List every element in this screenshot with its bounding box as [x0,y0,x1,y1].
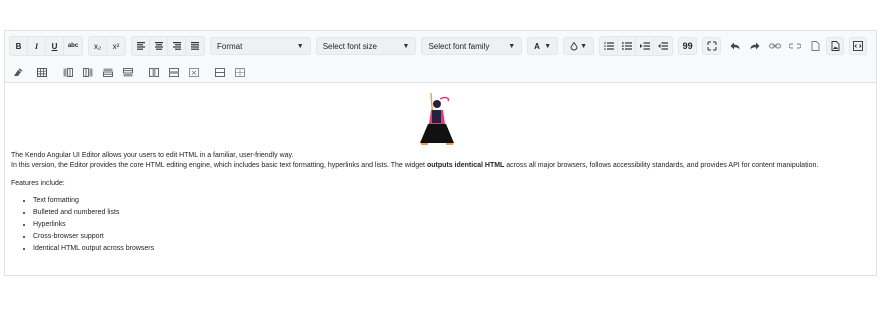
justify-button[interactable] [186,37,204,55]
align-right-icon [172,42,181,50]
font-color-picker[interactable]: A ▼ [527,37,559,55]
split-cell-icon [235,67,245,77]
toolbar-row-1: B I U abc x₂ x² Format ▼ Select font siz… [9,35,872,57]
list-item: Bulleted and numbered lists [33,207,870,219]
add-row-before-button[interactable] [99,63,117,81]
bold-button[interactable]: B [10,37,28,55]
font-family-dropdown[interactable]: Select font family ▼ [421,37,523,55]
code-icon [853,41,863,51]
undo-button[interactable] [726,37,744,55]
background-color-picker[interactable]: ▼ [563,37,595,55]
chevron-down-icon: ▼ [402,42,410,50]
delete-row-button[interactable] [165,63,183,81]
toolbar-row-2 [9,61,872,83]
redo-icon [750,42,760,50]
justify-icon [191,42,199,50]
add-column-before-button[interactable] [59,63,77,81]
underline-button[interactable]: U [46,37,64,55]
unlink-icon [789,43,802,49]
list-item: Cross-browser support [33,231,870,243]
add-column-before-icon [63,67,73,77]
description-text: In this version, the Editor provides the… [11,162,427,169]
align-left-icon [136,42,145,50]
superscript-button[interactable]: x² [107,37,125,55]
description-text-end: across all major browsers, follows acces… [504,162,819,169]
text-style-group: B I U abc [9,36,83,56]
list-item: Text formatting [33,195,870,207]
outdent-button[interactable] [654,37,672,55]
font-family-placeholder: Select font family [428,41,490,51]
intro-paragraph: The Kendo Angular UI Editor allows your … [11,151,870,171]
kendoka-image [11,91,870,147]
delete-column-button[interactable] [145,63,163,81]
link-icon [769,43,781,49]
outdent-icon [658,42,669,50]
indent-button[interactable] [636,37,655,55]
editor-content[interactable]: The Kendo Angular UI Editor allows your … [5,83,876,263]
add-row-before-icon [103,68,113,77]
add-column-after-icon [83,67,93,77]
strikethrough-button[interactable]: abc [64,37,82,55]
split-cell-button[interactable] [231,63,249,81]
blockquote-button[interactable]: 99 [678,37,698,55]
delete-table-button[interactable] [185,63,203,81]
align-center-icon [154,42,163,50]
clean-formatting-icon [14,67,23,76]
subscript-button[interactable]: x₂ [89,37,107,55]
chevron-down-icon: ▼ [580,42,588,50]
redo-button[interactable] [746,37,764,55]
features-list: Text formatting Bulleted and numbered li… [11,195,870,255]
features-heading: Features include: [11,180,65,187]
align-center-button[interactable] [150,37,168,55]
drop-icon [570,41,578,50]
align-group [131,36,205,56]
format-dropdown[interactable]: Format ▼ [210,37,311,55]
add-row-after-button[interactable] [119,63,137,81]
align-right-button[interactable] [168,37,186,55]
image-icon [831,41,839,51]
merge-cells-icon [215,67,225,77]
font-size-placeholder: Select font size [322,41,377,51]
intro-text: The Kendo Angular UI Editor allows your … [11,152,294,159]
delete-row-icon [169,67,179,77]
rich-text-editor: B I U abc x₂ x² Format ▼ Select font siz… [4,30,877,276]
merge-cells-button[interactable] [211,63,229,81]
delete-column-icon [149,67,159,77]
file-icon [811,41,819,51]
delete-table-icon [189,67,199,77]
view-source-button[interactable] [849,37,868,55]
add-row-after-icon [123,67,133,76]
font-size-dropdown[interactable]: Select font size ▼ [315,37,417,55]
list-item: Hyperlinks [33,219,870,231]
insert-table-button[interactable] [33,63,51,81]
chevron-down-icon: ▼ [296,42,304,50]
insert-link-button[interactable] [766,37,784,55]
align-left-button[interactable] [132,37,150,55]
unlink-button[interactable] [786,37,804,55]
description-bold-text: outputs identical HTML [426,162,505,169]
editor-toolbar: B I U abc x₂ x² Format ▼ Select font siz… [5,31,876,83]
font-color-icon: A [534,41,540,51]
numbered-list-button[interactable] [618,37,637,55]
bulleted-list-icon [603,42,614,50]
format-dropdown-value: Format [217,41,243,51]
chevron-down-icon: ▼ [544,42,552,50]
add-column-after-button[interactable] [79,63,97,81]
italic-button[interactable]: I [28,37,46,55]
clean-formatting-button[interactable] [9,63,27,81]
select-all-button[interactable] [702,37,722,55]
script-group: x₂ x² [88,36,126,56]
table-icon [37,67,47,77]
list-group [599,36,674,56]
list-item: Identical HTML output across browsers [33,243,870,255]
chevron-down-icon: ▼ [508,42,516,50]
kendoka-illustration-icon [419,92,454,145]
numbered-list-icon [621,42,632,50]
undo-icon [730,42,740,50]
insert-image-button[interactable] [826,37,845,55]
indent-icon [639,42,650,50]
insert-file-button[interactable] [806,37,824,55]
bulleted-list-button[interactable] [600,37,619,55]
select-all-icon [707,41,717,51]
